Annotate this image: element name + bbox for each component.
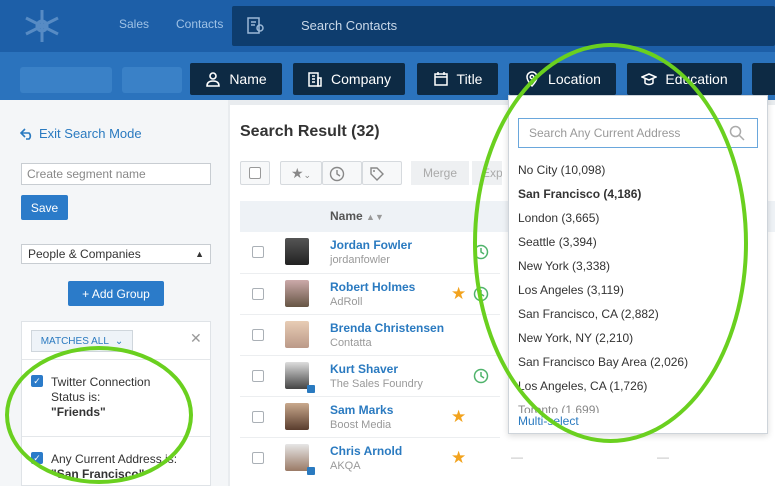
calendar-icon (433, 72, 448, 86)
close-icon[interactable]: ✕ (190, 330, 202, 347)
contact-subtitle: The Sales Foundry (330, 378, 423, 390)
select-arrows-icon: ▲ (195, 249, 204, 259)
building-icon (308, 72, 322, 87)
filter-tab-more[interactable] (752, 63, 775, 95)
add-person-button[interactable] (20, 67, 112, 93)
contact-name-link[interactable]: Chris Arnold (330, 444, 402, 458)
avatar (285, 362, 309, 389)
row-checkbox[interactable] (252, 288, 264, 300)
contact-name-link[interactable]: Robert Holmes (330, 280, 415, 294)
nav-tab-sales[interactable]: Sales (119, 17, 149, 31)
entity-type-value: People & Companies (28, 247, 141, 261)
star-icon[interactable]: ★ (451, 449, 466, 466)
tag-icon (370, 167, 384, 181)
filter-tab-company[interactable]: Company (293, 63, 405, 95)
person-icon (206, 72, 221, 87)
linkedin-icon (307, 467, 315, 475)
row-checkbox[interactable] (252, 452, 264, 464)
empty-cell: — (657, 450, 669, 464)
sort-icon: ▲▼ (366, 212, 384, 222)
row-checkbox[interactable] (252, 411, 264, 423)
contact-name-link[interactable]: Kurt Shaver (330, 362, 398, 376)
contact-subtitle: AdRoll (330, 296, 363, 308)
avatar (285, 280, 309, 307)
row-divider (240, 396, 500, 397)
star-icon[interactable]: ★ (451, 285, 466, 302)
search-result-title: Search Result (32) (240, 123, 380, 140)
chevron-down-icon: ⌄ (114, 335, 124, 347)
name-header-label: Name (330, 209, 363, 223)
contact-subtitle: jordanfowler (330, 254, 390, 266)
filter-tab-title[interactable]: Title (417, 63, 498, 95)
empty-cell: — (511, 450, 523, 464)
annotation-circle-dropdown (473, 43, 748, 443)
contact-name-link[interactable]: Sam Marks (330, 403, 393, 417)
name-column-header[interactable]: Name ▲▼ (330, 209, 384, 223)
add-group-button[interactable]: + Add Group (68, 281, 164, 306)
star-icon[interactable]: ★ (451, 408, 466, 425)
row-checkbox[interactable] (252, 246, 264, 258)
clock-icon (473, 368, 489, 384)
contact-name-link[interactable]: Jordan Fowler (330, 238, 412, 252)
row-checkbox[interactable] (252, 329, 264, 341)
row-divider (240, 314, 500, 315)
recent-filter-dropdown[interactable] (322, 161, 362, 185)
star-filter-dropdown[interactable]: ★⌄ (280, 161, 322, 185)
exit-search-mode-link[interactable]: Exit Search Mode (20, 126, 142, 141)
filter-tab-name[interactable]: Name (190, 63, 282, 95)
undo-arrow-icon (20, 127, 32, 140)
exit-search-mode-label: Exit Search Mode (39, 126, 142, 141)
avatar (285, 403, 309, 430)
add-company-button[interactable] (122, 67, 182, 93)
select-all-checkbox[interactable] (240, 161, 270, 185)
linkedin-icon (307, 385, 315, 393)
search-icon (729, 125, 745, 141)
row-divider (240, 437, 500, 438)
row-divider (240, 273, 500, 274)
clock-icon (329, 166, 345, 182)
matches-all-label: MATCHES ALL (40, 335, 109, 347)
contact-card-icon (247, 17, 264, 34)
tag-filter-dropdown[interactable] (362, 161, 402, 185)
star-icon: ★ (290, 165, 304, 181)
avatar (285, 321, 309, 348)
contact-subtitle: Boost Media (330, 419, 392, 431)
segment-name-input[interactable]: Create segment name (21, 163, 211, 185)
app-logo-icon (25, 10, 59, 42)
filter-tab-label: Name (229, 71, 267, 87)
annotation-circle-conditions (5, 346, 193, 484)
search-contacts-placeholder: Search Contacts (301, 18, 398, 33)
contact-subtitle: Contatta (330, 337, 372, 349)
entity-type-select[interactable]: People & Companies ▲ (21, 244, 211, 264)
merge-button[interactable]: Merge (411, 161, 469, 185)
filter-tab-label: Company (331, 71, 391, 87)
save-button[interactable]: Save (21, 195, 68, 220)
row-divider (240, 355, 500, 356)
row-checkbox[interactable] (252, 370, 264, 382)
avatar (285, 238, 309, 265)
contacts-search-bar[interactable]: Search Contacts (232, 6, 775, 46)
nav-tab-contacts[interactable]: Contacts (176, 17, 223, 31)
filter-tab-label: Title (456, 71, 483, 87)
contact-subtitle: AKQA (330, 460, 361, 472)
avatar (285, 444, 309, 471)
contact-name-link[interactable]: Brenda Christensen (330, 321, 444, 335)
